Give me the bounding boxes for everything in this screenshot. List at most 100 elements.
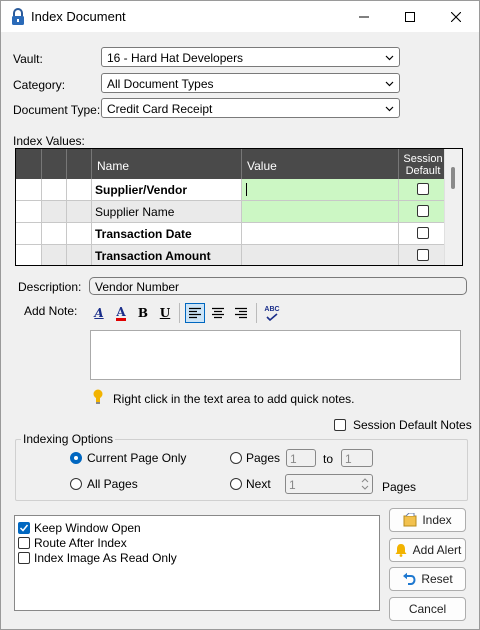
grid-cell <box>67 179 92 201</box>
index-name-cell[interactable]: Supplier Name <box>92 201 242 223</box>
next-label[interactable]: Next <box>246 477 271 491</box>
spinner-arrows-icon[interactable] <box>361 477 369 491</box>
font-button[interactable]: A <box>89 303 109 323</box>
checkmark-icon <box>19 524 29 532</box>
add-alert-button[interactable]: Add Alert <box>389 538 466 562</box>
index-value-cell[interactable] <box>242 223 399 245</box>
close-button[interactable] <box>433 1 479 32</box>
font-color-button[interactable]: A <box>111 303 131 323</box>
grid-cell <box>42 223 67 245</box>
index-name-cell[interactable]: Transaction Amount <box>92 245 242 265</box>
description-field: Vendor Number <box>89 277 467 295</box>
grid-cell <box>67 245 92 265</box>
minimize-button[interactable] <box>341 1 387 32</box>
next-pages-suffix: Pages <box>382 480 417 494</box>
option-checkbox[interactable] <box>18 522 30 534</box>
index-values-label: Index Values: <box>13 134 85 148</box>
reset-button[interactable]: Reset <box>389 567 466 591</box>
option-label[interactable]: Route After Index <box>34 536 127 550</box>
session-default-notes-checkbox[interactable] <box>334 419 346 431</box>
grid-cell <box>67 201 92 223</box>
options-list[interactable]: Keep Window Open Route After Index Index I… <box>14 515 380 611</box>
index-value-cell[interactable] <box>242 201 399 223</box>
window-title: Index Document <box>31 9 126 24</box>
align-left-button[interactable] <box>185 303 205 323</box>
grid-cell <box>67 223 92 245</box>
document-type-select[interactable]: Credit Card Receipt <box>101 98 400 118</box>
maximize-button[interactable] <box>387 1 433 32</box>
session-default-checkbox[interactable] <box>417 205 429 217</box>
session-default-checkbox[interactable] <box>417 249 429 261</box>
index-name-cell[interactable]: Supplier/Vendor <box>92 179 242 201</box>
category-select[interactable]: All Document Types <box>101 73 400 93</box>
session-default-cell[interactable] <box>399 223 447 245</box>
session-default-cell[interactable] <box>399 179 447 201</box>
option-label[interactable]: Index Image As Read Only <box>34 551 177 565</box>
quick-notes-hint: Right click in the text area to add quic… <box>113 392 355 406</box>
all-pages-radio[interactable] <box>70 478 82 490</box>
pages-radio[interactable] <box>230 452 242 464</box>
bold-button[interactable]: B <box>133 303 153 323</box>
note-textarea[interactable] <box>90 330 461 380</box>
grid-cell <box>42 201 67 223</box>
vault-label: Vault: <box>13 52 43 66</box>
index-name: Supplier Name <box>95 205 175 219</box>
vault-select[interactable]: 16 - Hard Hat Developers <box>101 47 400 67</box>
current-page-only-label[interactable]: Current Page Only <box>87 451 186 465</box>
current-page-only-radio[interactable] <box>70 452 82 464</box>
toolbar-divider <box>179 303 180 323</box>
session-default-cell[interactable] <box>399 245 447 265</box>
column-header-value[interactable]: Value <box>242 149 399 179</box>
option-checkbox[interactable] <box>18 537 30 549</box>
index-icon <box>403 513 417 527</box>
index-values-grid[interactable]: Name Value Session Default Supplier/Vend… <box>15 148 463 266</box>
index-value-cell[interactable] <box>242 179 399 201</box>
grid-column-1 <box>42 149 67 179</box>
close-icon <box>451 11 461 22</box>
session-default-checkbox[interactable] <box>417 227 429 239</box>
grid-cell <box>42 179 67 201</box>
align-left-icon <box>189 307 201 319</box>
index-name: Transaction Amount <box>95 249 211 263</box>
index-button[interactable]: Index <box>389 508 466 532</box>
session-default-notes-label[interactable]: Session Default Notes <box>353 418 472 432</box>
all-pages-label[interactable]: All Pages <box>87 477 138 491</box>
cancel-button[interactable]: Cancel <box>389 597 466 621</box>
pages-to-field[interactable]: 1 <box>341 449 373 467</box>
session-default-checkbox[interactable] <box>417 183 429 195</box>
chevron-down-icon <box>385 55 394 61</box>
next-pages-spinner[interactable]: 1 <box>285 474 373 494</box>
description-value: Vendor Number <box>95 280 180 294</box>
underline-icon: U <box>159 306 171 320</box>
option-label[interactable]: Keep Window Open <box>34 521 141 535</box>
index-name-cell[interactable]: Transaction Date <box>92 223 242 245</box>
category-value: All Document Types <box>107 77 214 91</box>
underline-button[interactable]: U <box>155 303 175 323</box>
option-checkbox[interactable] <box>18 552 30 564</box>
index-button-label: Index <box>422 513 452 527</box>
description-label: Description: <box>18 280 82 294</box>
lock-icon <box>12 8 24 25</box>
maximize-icon <box>405 11 415 22</box>
font-icon: A <box>94 306 104 320</box>
pages-from-value: 1 <box>290 452 297 466</box>
chevron-down-icon <box>385 81 394 87</box>
index-value-cell[interactable] <box>242 245 399 265</box>
align-center-button[interactable] <box>208 303 228 323</box>
spell-check-button[interactable]: ABC <box>262 303 282 323</box>
column-header-session-default[interactable]: Session Default <box>399 149 447 179</box>
scrollbar-thumb[interactable] <box>451 167 455 189</box>
session-default-cell[interactable] <box>399 201 447 223</box>
pages-from-field[interactable]: 1 <box>286 449 316 467</box>
next-radio[interactable] <box>230 478 242 490</box>
pages-label[interactable]: Pages <box>246 451 280 465</box>
row-header-cell <box>16 179 42 201</box>
index-name: Transaction Date <box>95 227 192 241</box>
document-type-label: Document Type: <box>13 103 101 117</box>
align-right-icon <box>235 307 247 319</box>
column-header-name[interactable]: Name <box>92 149 242 179</box>
align-right-button[interactable] <box>231 303 251 323</box>
bell-icon <box>395 544 407 557</box>
grid-scrollbar[interactable] <box>444 149 462 265</box>
add-alert-button-label: Add Alert <box>412 543 462 557</box>
